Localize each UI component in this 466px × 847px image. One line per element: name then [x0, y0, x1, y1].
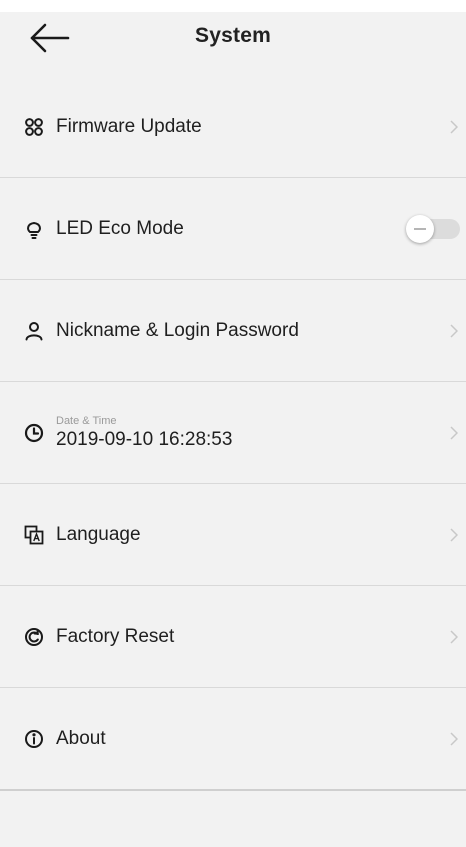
chevron-right-icon	[450, 731, 458, 746]
factory-reset-label: Factory Reset	[56, 625, 175, 647]
chevron-right-icon	[450, 629, 458, 644]
firmware-update-label: Firmware Update	[56, 115, 202, 137]
toggle-knob	[406, 214, 434, 243]
date-time-text: Date & Time 2019-09-10 16:28:53	[56, 414, 232, 452]
date-time-value: 2019-09-10 16:28:53	[56, 428, 233, 450]
led-eco-mode-toggle[interactable]	[406, 214, 460, 243]
date-time-caption: Date & Time	[56, 414, 117, 427]
factory-reset-row[interactable]: Factory Reset	[0, 586, 466, 688]
settings-list: Firmware Update LED Eco Mode Nickname & …	[0, 76, 466, 791]
clock-icon	[24, 423, 44, 443]
language-row[interactable]: Language	[0, 484, 466, 586]
user-icon	[24, 321, 44, 341]
reset-icon	[24, 627, 44, 647]
firmware-icon	[24, 117, 44, 137]
header-bar: System	[0, 12, 466, 70]
led-eco-mode-row: LED Eco Mode	[0, 178, 466, 280]
firmware-update-row[interactable]: Firmware Update	[0, 76, 466, 178]
language-icon	[24, 525, 44, 545]
date-time-row[interactable]: Date & Time 2019-09-10 16:28:53	[0, 382, 466, 484]
nickname-password-row[interactable]: Nickname & Login Password	[0, 280, 466, 382]
nickname-password-label: Nickname & Login Password	[56, 319, 299, 341]
chevron-right-icon	[450, 323, 458, 338]
led-eco-mode-label: LED Eco Mode	[56, 217, 184, 239]
chevron-right-icon	[450, 119, 458, 134]
chevron-right-icon	[450, 425, 458, 440]
bulb-icon	[24, 219, 44, 239]
about-row[interactable]: About	[0, 688, 466, 791]
info-icon	[24, 729, 44, 749]
minus-icon	[414, 227, 426, 230]
about-label: About	[56, 727, 106, 749]
chevron-right-icon	[450, 527, 458, 542]
page-title: System	[195, 24, 271, 47]
status-bar-area	[0, 0, 466, 12]
language-label: Language	[56, 523, 141, 545]
